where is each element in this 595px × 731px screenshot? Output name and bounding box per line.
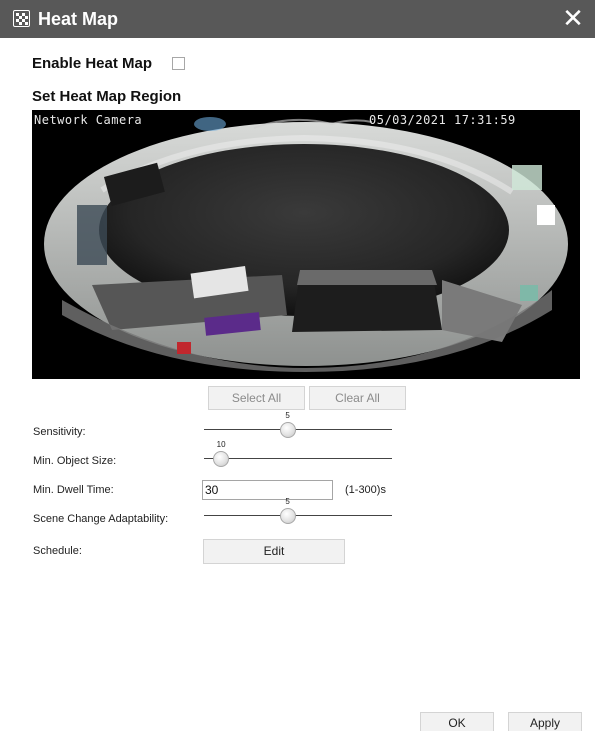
slider-track <box>204 429 392 430</box>
sensitivity-label: Sensitivity: <box>33 426 86 438</box>
close-icon[interactable]: ✕ <box>561 5 585 31</box>
osd-camera-name: Network Camera <box>34 113 143 127</box>
ok-button[interactable]: OK <box>420 712 494 731</box>
dialog-title-bar: Heat Map ✕ <box>0 0 595 38</box>
osd-datetime: 05/03/2021 17:31:59 <box>369 113 516 127</box>
schedule-edit-button[interactable]: Edit <box>203 539 345 564</box>
scene-change-slider[interactable]: 5 <box>204 497 392 525</box>
dialog-title: Heat Map <box>38 9 119 29</box>
schedule-label: Schedule: <box>33 545 82 557</box>
heat-map-grid-icon <box>13 10 30 27</box>
slider-thumb[interactable] <box>279 508 296 524</box>
dwell-time-range-note: (1-300)s <box>345 484 386 496</box>
enable-heat-map-checkbox[interactable] <box>172 57 185 70</box>
slider-track <box>204 515 392 516</box>
fisheye-camera-image <box>44 117 568 372</box>
apply-button[interactable]: Apply <box>508 712 582 731</box>
min-object-size-label: Min. Object Size: <box>33 455 117 467</box>
slider-thumb[interactable] <box>279 422 296 438</box>
min-dwell-time-label: Min. Dwell Time: <box>33 484 114 496</box>
min-dwell-time-input[interactable] <box>202 480 333 500</box>
slider-thumb[interactable] <box>213 451 230 467</box>
min-object-size-slider[interactable]: 10 <box>204 440 392 468</box>
scene-change-value: 5 <box>285 497 290 506</box>
set-region-label: Set Heat Map Region <box>32 88 182 105</box>
min-object-size-value: 10 <box>216 440 226 449</box>
enable-heat-map-label: Enable Heat Map <box>32 55 153 72</box>
scene-change-label: Scene Change Adaptability: <box>33 513 169 525</box>
clear-all-button[interactable]: Clear All <box>309 386 406 410</box>
sensitivity-value: 5 <box>285 411 290 420</box>
select-all-button[interactable]: Select All <box>208 386 305 410</box>
video-preview[interactable]: Network Camera 05/03/2021 17:31:59 <box>32 110 580 379</box>
sensitivity-slider[interactable]: 5 <box>204 411 392 439</box>
slider-track <box>204 458 392 459</box>
